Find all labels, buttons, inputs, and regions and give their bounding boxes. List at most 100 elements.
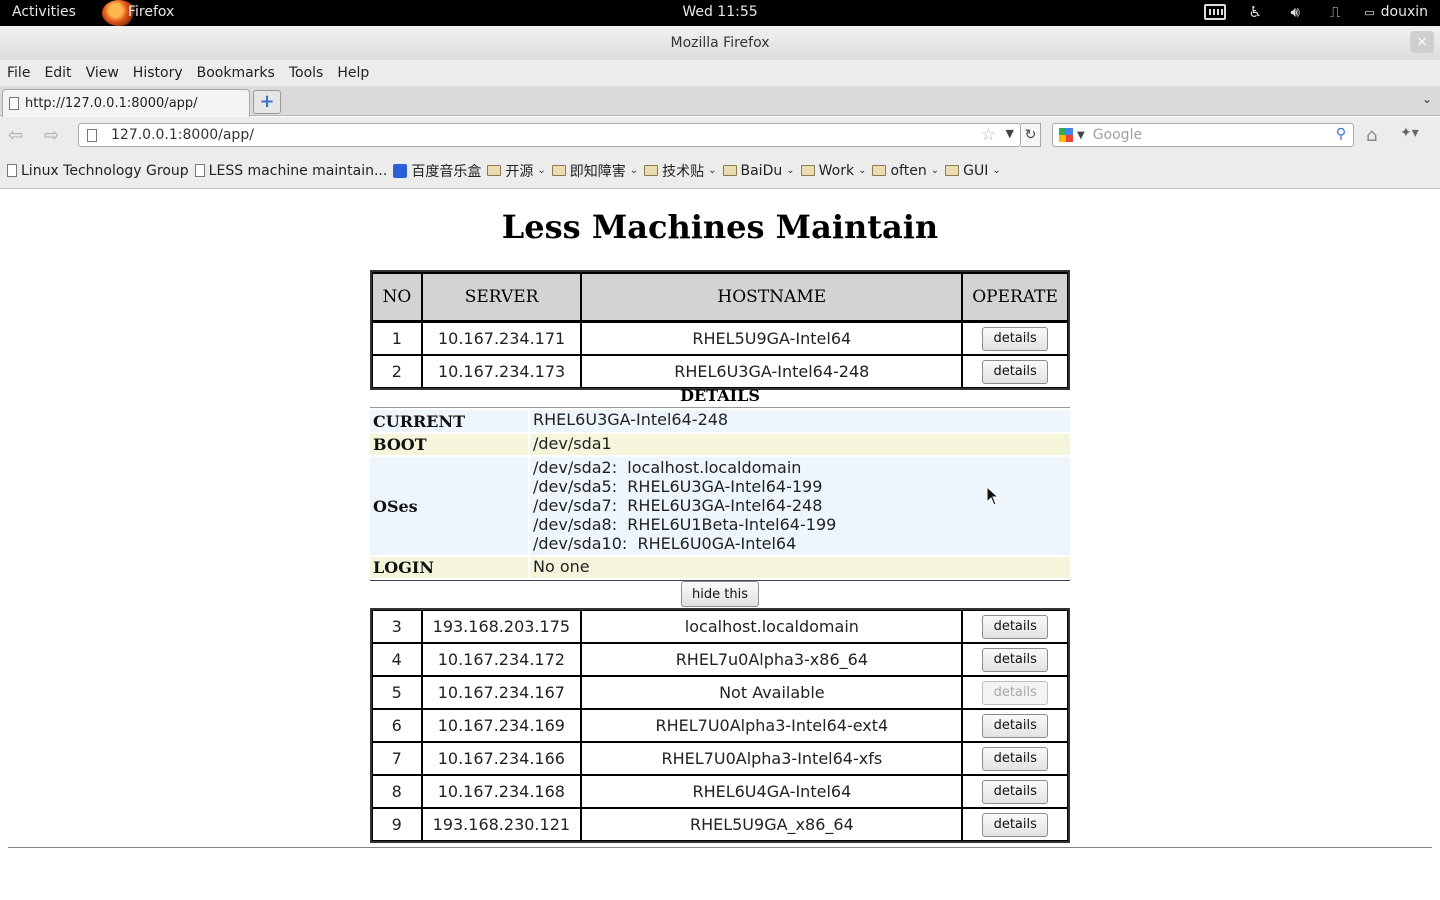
menu-help[interactable]: Help — [337, 65, 369, 81]
row-server: 10.167.234.171 — [421, 322, 582, 355]
row-operate: details — [962, 709, 1068, 742]
details-button[interactable]: details — [982, 326, 1049, 351]
login-label: LOGIN — [370, 557, 528, 578]
menu-view[interactable]: View — [86, 65, 119, 81]
gnome-top-bar: Activities Firefox Wed 11:55 ♿ 🔊︎ ⎍ ▭ do… — [0, 0, 1440, 26]
details-button[interactable]: details — [982, 359, 1049, 384]
details-row-boot: BOOT /dev/sda1 — [370, 434, 1070, 455]
machines-table-top: NO SERVER HOSTNAME OPERATE 1 10.167.234.1… — [370, 270, 1070, 390]
details-button[interactable]: details — [982, 812, 1049, 837]
tab-list-chevron-icon[interactable]: ⌄ — [1422, 92, 1432, 106]
bookmark-item[interactable]: 技术贴 ⌄ — [644, 161, 717, 181]
table-row: 2 10.167.234.173 RHEL6U3GA-Intel64-248 deta… — [372, 355, 1068, 388]
row-server: 10.167.234.169 — [421, 709, 582, 742]
bookmark-item[interactable]: 即知障害 ⌄ — [551, 161, 638, 181]
row-server: 10.167.234.166 — [421, 742, 582, 775]
engine-dropdown-chevron-icon[interactable]: ▼ — [1077, 130, 1085, 141]
row-server: 193.168.203.175 — [421, 610, 582, 643]
bookmark-label: LESS machine maintain... — [208, 162, 388, 179]
bookmark-item[interactable]: Work ⌄ — [800, 162, 867, 179]
details-button[interactable]: details — [982, 647, 1049, 672]
search-input[interactable]: Google — [1093, 127, 1142, 143]
page-icon — [9, 97, 19, 110]
row-hostname: localhost.localdomain — [581, 610, 963, 643]
bookmark-item[interactable]: Linux Technology Group — [7, 163, 189, 179]
bookmark-label: BaiDu — [740, 162, 783, 179]
activities-button[interactable]: Activities — [12, 4, 76, 20]
table-header-row: NO SERVER HOSTNAME OPERATE — [372, 272, 1068, 322]
bookmark-item[interactable]: 开源 ⌄ — [487, 161, 546, 181]
row-server: 10.167.234.167 — [421, 676, 582, 709]
boot-value: /dev/sda1 — [530, 434, 1070, 455]
page-content: Less Machines Maintain NO SERVER HOSTNAM… — [0, 190, 1440, 900]
table-row: 7 10.167.234.166 RHEL7U0Alpha3-Intel64-xfs… — [372, 742, 1068, 775]
details-button[interactable]: details — [982, 614, 1049, 639]
bookmark-star-icon[interactable]: ☆ — [981, 125, 996, 145]
details-row-login: LOGIN No one — [370, 557, 1070, 578]
folder-icon — [487, 165, 502, 176]
home-icon[interactable]: ⌂ — [1366, 125, 1377, 146]
search-icon[interactable]: ⚲ — [1331, 126, 1351, 144]
back-arrow-icon[interactable]: ⇦ — [8, 125, 23, 146]
tab-app[interactable]: http://127.0.0.1:8000/app/ — [2, 89, 250, 117]
tab-bar: http://127.0.0.1:8000/app/ + ⌄ — [0, 86, 1440, 117]
hide-details-button[interactable]: hide this — [681, 581, 759, 607]
row-no: 8 — [372, 775, 422, 808]
row-operate: details — [962, 808, 1068, 841]
login-value: No one — [530, 557, 1070, 578]
bookmark-item[interactable]: GUI ⌄ — [945, 163, 1001, 179]
menu-bookmarks[interactable]: Bookmarks — [197, 65, 275, 81]
folder-icon — [945, 165, 960, 176]
details-button[interactable]: details — [982, 746, 1049, 771]
baidu-icon — [393, 163, 408, 178]
details-button[interactable]: details — [982, 713, 1049, 738]
forward-arrow-icon[interactable]: ⇨ — [44, 125, 59, 146]
details-button[interactable]: details — [982, 779, 1049, 804]
bookmark-item[interactable]: often ⌄ — [872, 163, 939, 179]
row-operate: details — [962, 355, 1068, 388]
folder-icon — [872, 165, 887, 176]
details-panel: DETAILS CURRENT RHEL6U3GA-Intel64-248 BO… — [370, 386, 1070, 581]
row-no: 2 — [372, 355, 422, 388]
addon-menu-icon[interactable]: ✦▾ — [1400, 125, 1419, 141]
page-divider — [8, 847, 1432, 848]
user-name: douxin — [1380, 4, 1428, 20]
row-no: 7 — [372, 742, 422, 775]
search-box[interactable]: ▼ Google ⚲ — [1052, 123, 1354, 147]
menu-tools[interactable]: Tools — [289, 65, 324, 81]
bookmark-label: Work — [818, 162, 855, 179]
site-identity-icon[interactable] — [87, 128, 97, 142]
menu-file[interactable]: File — [7, 65, 30, 81]
reload-icon[interactable]: ↻ — [1021, 123, 1041, 147]
volume-icon[interactable]: 🔊︎ — [1284, 3, 1306, 21]
row-operate: details — [962, 322, 1068, 355]
accessibility-icon[interactable]: ♿ — [1244, 3, 1266, 21]
bookmark-label: 开源 — [505, 163, 534, 180]
keyboard-icon[interactable] — [1204, 3, 1227, 21]
bookmark-label: 百度音乐盒 — [411, 163, 482, 180]
machines-table-bottom: 3 193.168.203.175 localhost.localdomain det… — [370, 608, 1070, 843]
bookmark-item[interactable]: BaiDu ⌄ — [722, 162, 795, 179]
url-dropdown-chevron-icon[interactable]: ▼ — [1006, 127, 1014, 140]
app-menu[interactable]: Firefox — [102, 0, 175, 26]
details-button: details — [982, 680, 1049, 705]
window-close-button[interactable]: × — [1410, 31, 1434, 53]
chevron-down-icon: ⌄ — [786, 165, 795, 176]
network-icon[interactable]: ⎍ — [1324, 3, 1346, 21]
menu-edit[interactable]: Edit — [44, 65, 71, 81]
user-menu[interactable]: ▭ douxin — [1364, 4, 1428, 20]
bookmark-item[interactable]: 百度音乐盒 — [393, 161, 481, 181]
google-engine-icon[interactable] — [1059, 128, 1073, 142]
menu-history[interactable]: History — [133, 65, 183, 81]
bookmark-item[interactable]: LESS machine maintain... — [194, 162, 388, 179]
row-hostname: Not Available — [581, 676, 963, 709]
url-bar[interactable]: 127.0.0.1:8000/app/ ☆ ▼ — [78, 123, 1021, 147]
chevron-down-icon: ⌄ — [858, 165, 867, 176]
new-tab-button[interactable]: + — [253, 90, 281, 114]
current-label: CURRENT — [370, 410, 528, 432]
details-row-current: CURRENT RHEL6U3GA-Intel64-248 — [370, 410, 1070, 432]
column-header-hostname: HOSTNAME — [581, 272, 963, 322]
app-name: Firefox — [128, 4, 175, 20]
column-header-no: NO — [372, 272, 422, 322]
bookmark-label: Linux Technology Group — [21, 162, 189, 179]
